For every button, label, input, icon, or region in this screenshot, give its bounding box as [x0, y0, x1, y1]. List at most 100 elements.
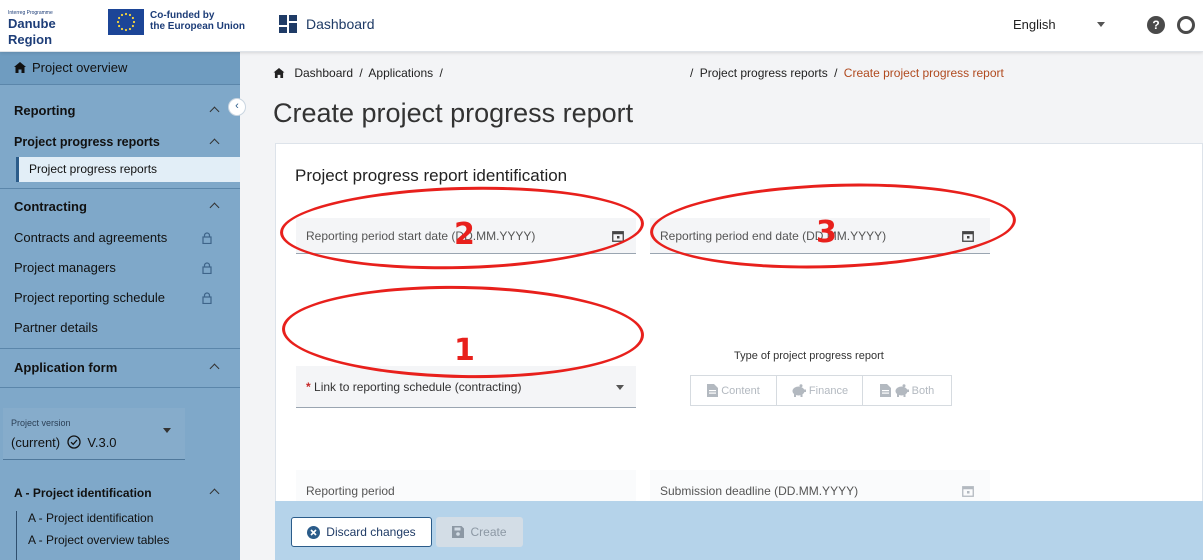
sidebar-group-project-progress-reports[interactable]: Project progress reports [0, 130, 240, 155]
lock-icon [202, 292, 212, 304]
sidebar-divider [0, 188, 240, 189]
chevron-up-icon[interactable] [209, 138, 220, 148]
report-type-finance-button[interactable]: Finance [777, 376, 863, 405]
eu-flag-icon [108, 9, 144, 35]
help-icon[interactable]: ? [1147, 16, 1165, 34]
breadcrumb-applications[interactable]: Applications [368, 66, 433, 80]
required-mark: * [306, 380, 311, 394]
sidebar-item-label: Project reporting schedule [14, 290, 166, 305]
sidebar-item-label: Partner details [14, 320, 98, 335]
sidebar-divider [0, 387, 240, 388]
close-circle-icon [307, 525, 321, 539]
sidebar-collapse-button[interactable]: ‹ [228, 98, 246, 116]
create-button[interactable]: Create [436, 517, 523, 547]
chevron-down-icon[interactable] [616, 385, 624, 390]
sidebar-item-label: Project overview [32, 60, 128, 75]
section-title: Project progress report identification [295, 166, 568, 185]
report-type-content-button[interactable]: Content [691, 376, 777, 405]
sidebar-item-label: Project managers [14, 260, 116, 275]
document-icon [879, 384, 891, 397]
breadcrumb-separator: / [690, 66, 694, 80]
breadcrumb-current: Create project progress report [843, 66, 1004, 80]
sidebar-group-a-project-identification[interactable]: A - Project identification [0, 482, 240, 504]
version-number: V.3.0 [87, 435, 117, 450]
discard-changes-label: Discard changes [326, 525, 416, 539]
chevron-up-icon[interactable] [209, 488, 220, 499]
annotation-number-3: 3 [816, 215, 837, 250]
eu-text-line2: the European Union [150, 21, 245, 32]
breadcrumb: Dashboard / Applications / [273, 66, 443, 80]
breadcrumb-separator: / [359, 66, 363, 80]
create-label: Create [470, 525, 507, 539]
eu-text-line1: Co-funded by [150, 10, 215, 21]
sidebar-section-reporting[interactable]: Reporting [0, 96, 240, 126]
programme-logo[interactable]: Interreg Programme Danube Region [8, 10, 103, 47]
sidebar-item-contracts-and-agreements[interactable]: Contracts and agreements [0, 224, 240, 252]
chevron-down-icon[interactable] [163, 428, 171, 433]
breadcrumb-dashboard[interactable]: Dashboard [294, 66, 353, 80]
breadcrumb-tail: / Project progress reports / Create proj… [690, 66, 1004, 80]
top-bar: Interreg Programme Danube Region Co-fund… [0, 0, 1203, 52]
sidebar-divider [0, 348, 240, 349]
dashboard-link[interactable]: Dashboard [306, 16, 375, 32]
form-footer: Discard changes Create [275, 501, 1203, 560]
sidebar-group-label: Project progress reports [14, 135, 160, 149]
eu-cofunded-text: Co-funded by the European Union [150, 10, 245, 32]
report-type-both-label: Both [911, 384, 935, 397]
sidebar-item-label: Contracts and agreements [14, 230, 168, 245]
sidebar-section-application-form[interactable]: Application form [0, 352, 240, 384]
version-label: Project version [11, 418, 71, 428]
check-circle-icon [67, 435, 81, 449]
sidebar-item-a-project-overview-tables[interactable]: A - Project overview tables [0, 530, 240, 550]
sidebar-item-project-reporting-schedule[interactable]: Project reporting schedule [0, 284, 240, 312]
sidebar-item-project-overview[interactable]: Project overview [0, 52, 240, 84]
sidebar-item-label: A - Project identification [28, 511, 154, 525]
chevron-up-icon[interactable] [209, 363, 220, 374]
home-icon [14, 62, 26, 73]
report-type-toggle-group: Content Finance Both [690, 375, 952, 406]
sidebar-item-label: Project progress reports [29, 162, 158, 176]
annotation-number-2: 2 [454, 217, 475, 252]
submission-deadline-label: Submission deadline (DD.MM.YYYY) [660, 484, 859, 498]
report-type-both-button[interactable]: Both [863, 376, 951, 405]
sidebar-item-label: A - Project overview tables [28, 533, 170, 547]
piggy-bank-icon [895, 384, 909, 397]
home-icon[interactable] [273, 68, 285, 78]
dashboard-icon[interactable] [279, 15, 297, 33]
sidebar: Project overview Reporting Project progr… [0, 52, 240, 560]
annotation-number-1: 1 [454, 333, 475, 368]
sidebar-item-partner-details[interactable]: Partner details [0, 314, 240, 342]
page-title: Create project progress report [273, 98, 634, 128]
sidebar-group-label: A - Project identification [14, 486, 152, 500]
document-icon [707, 384, 719, 397]
lock-icon [202, 262, 212, 274]
version-value: (current) V.3.0 [11, 435, 117, 450]
lock-icon [202, 232, 212, 244]
language-chevron-down-icon[interactable] [1097, 22, 1105, 27]
logo-big-text: Danube Region [8, 16, 56, 47]
discard-changes-button[interactable]: Discard changes [291, 517, 432, 547]
breadcrumb-separator: / [439, 66, 443, 80]
sidebar-section-contracting[interactable]: Contracting [0, 192, 240, 222]
project-version-select[interactable]: Project version (current) V.3.0 [3, 408, 185, 460]
reporting-period-label: Reporting period [306, 484, 395, 498]
save-icon [452, 526, 465, 538]
link-schedule-label-text: Link to reporting schedule (contracting) [314, 380, 522, 394]
piggy-bank-icon [792, 384, 806, 397]
sidebar-section-label: Reporting [14, 103, 76, 118]
language-select[interactable]: English [1013, 17, 1056, 32]
version-current-text: (current) [11, 435, 61, 450]
sidebar-divider [0, 84, 240, 85]
chevron-up-icon[interactable] [209, 202, 220, 213]
report-type-finance-label: Finance [808, 384, 849, 397]
sidebar-item-project-progress-reports[interactable]: Project progress reports [16, 157, 240, 182]
sidebar-section-label: Contracting [14, 199, 87, 214]
sidebar-item-a-project-identification[interactable]: A - Project identification [0, 508, 240, 528]
chevron-up-icon[interactable] [209, 106, 220, 117]
sidebar-section-label: Application form [14, 360, 118, 375]
sidebar-item-project-managers[interactable]: Project managers [0, 254, 240, 282]
breadcrumb-project-progress-reports[interactable]: Project progress reports [700, 66, 828, 80]
report-type-content-label: Content [721, 384, 760, 397]
user-account-icon[interactable] [1177, 16, 1195, 34]
report-type-label: Type of project progress report [734, 350, 884, 362]
